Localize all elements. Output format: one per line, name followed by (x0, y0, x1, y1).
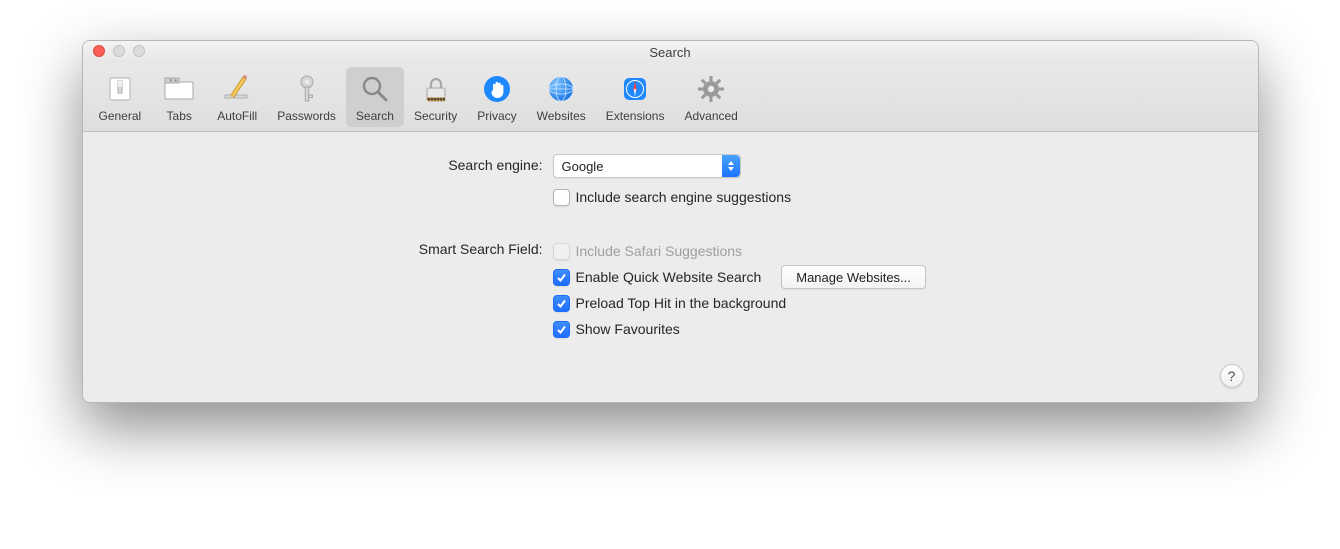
preferences-toolbar: General × + Tabs (83, 63, 1258, 132)
search-engine-label: Search engine: (113, 154, 553, 173)
search-engine-value: Google (554, 159, 722, 174)
safari-suggestions-checkbox (553, 243, 570, 260)
gear-icon (693, 71, 729, 107)
show-favourites-checkbox[interactable] (553, 321, 570, 338)
switch-icon (102, 71, 138, 107)
window-title: Search (649, 45, 690, 60)
toolbar-item-label: Search (356, 109, 394, 123)
lock-icon (418, 71, 454, 107)
manage-websites-button[interactable]: Manage Websites... (781, 265, 926, 289)
preload-top-hit-label: Preload Top Hit in the background (576, 295, 787, 311)
window-controls (93, 45, 145, 57)
quick-website-search-checkbox[interactable] (553, 269, 570, 286)
toolbar-item-passwords[interactable]: Passwords (267, 67, 346, 127)
toolbar-item-advanced[interactable]: Advanced (674, 67, 747, 127)
toolbar-item-extensions[interactable]: Extensions (596, 67, 675, 127)
help-button[interactable]: ? (1220, 364, 1244, 388)
toolbar-item-label: Advanced (684, 109, 737, 123)
toolbar-item-tabs[interactable]: × + Tabs (151, 67, 207, 127)
toolbar-item-label: Security (414, 109, 457, 123)
toolbar-item-label: Tabs (167, 109, 192, 123)
toolbar-item-security[interactable]: Security (404, 67, 467, 127)
toolbar-item-label: AutoFill (217, 109, 257, 123)
key-icon (289, 71, 325, 107)
toolbar-item-privacy[interactable]: Privacy (467, 67, 526, 127)
include-suggestions-label: Include search engine suggestions (576, 189, 792, 205)
toolbar-item-label: Privacy (477, 109, 516, 123)
toolbar-item-general[interactable]: General (89, 67, 152, 127)
magnifier-icon (357, 71, 393, 107)
preload-top-hit-checkbox[interactable] (553, 295, 570, 312)
toolbar-item-label: Passwords (277, 109, 336, 123)
show-favourites-label: Show Favourites (576, 321, 680, 337)
quick-website-search-label: Enable Quick Website Search (576, 269, 762, 285)
zoom-window-button[interactable] (133, 45, 145, 57)
select-stepper-icon (722, 155, 740, 177)
puzzle-icon (617, 71, 653, 107)
toolbar-item-search[interactable]: Search (346, 67, 404, 127)
preferences-window: Search General × (82, 40, 1259, 403)
toolbar-item-autofill[interactable]: AutoFill (207, 67, 267, 127)
titlebar: Search (83, 41, 1258, 63)
svg-text:× +: × + (169, 79, 178, 85)
tabs-icon: × + (161, 71, 197, 107)
minimize-window-button[interactable] (113, 45, 125, 57)
include-suggestions-checkbox[interactable] (553, 189, 570, 206)
toolbar-item-label: Websites (537, 109, 586, 123)
smart-search-field-label: Smart Search Field: (113, 238, 553, 257)
globe-icon (543, 71, 579, 107)
toolbar-item-websites[interactable]: Websites (527, 67, 596, 127)
toolbar-item-label: Extensions (606, 109, 665, 123)
close-window-button[interactable] (93, 45, 105, 57)
search-engine-select[interactable]: Google (553, 154, 741, 178)
preferences-content: Search engine: Google Include (83, 132, 1258, 402)
toolbar-item-label: General (99, 109, 142, 123)
pencil-form-icon (219, 71, 255, 107)
safari-suggestions-label: Include Safari Suggestions (576, 243, 743, 259)
hand-circle-icon (479, 71, 515, 107)
